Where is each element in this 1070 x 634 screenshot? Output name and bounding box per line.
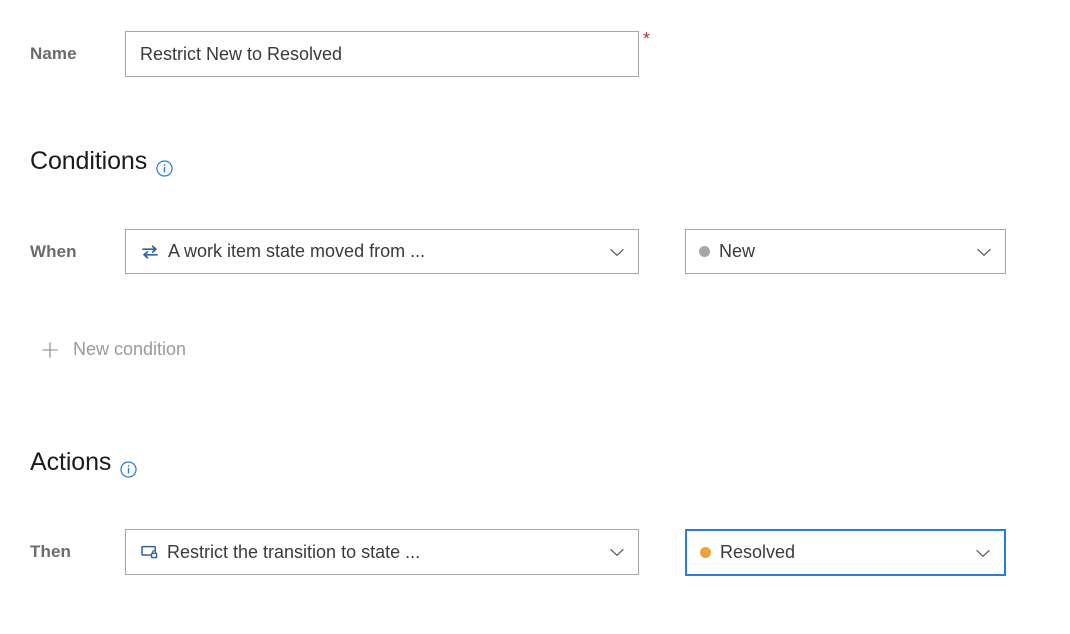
rule-editor-form: Name Restrict New to Resolved * Conditio…: [0, 0, 1070, 634]
state-color-dot: [699, 246, 710, 257]
info-circle-icon[interactable]: [120, 456, 137, 478]
then-state-dropdown-content: Resolved: [700, 542, 972, 563]
then-action-dropdown-content: Restrict the transition to state ...: [139, 541, 606, 563]
name-field-label: Name: [30, 44, 77, 63]
chevron-down-icon[interactable]: [973, 241, 995, 263]
chevron-down-icon[interactable]: [606, 541, 628, 563]
then-action-dropdown[interactable]: Restrict the transition to state ...: [125, 529, 639, 575]
new-condition-label: New condition: [73, 339, 187, 359]
screen-lock-icon: [139, 541, 161, 563]
new-condition-button[interactable]: New condition: [40, 339, 186, 360]
actions-section-heading: Actions: [30, 448, 137, 478]
state-color-dot: [700, 547, 711, 558]
when-condition-dropdown-content: A work item state moved from ...: [139, 241, 606, 263]
info-circle-icon[interactable]: [156, 155, 173, 177]
then-state-dropdown-text: Resolved: [720, 542, 796, 562]
conditions-section-heading: Conditions: [30, 147, 173, 177]
then-state-dropdown[interactable]: Resolved: [685, 529, 1006, 576]
when-field-label: When: [30, 242, 77, 261]
rule-name-input[interactable]: Restrict New to Resolved: [125, 31, 639, 77]
rule-name-input-value: Restrict New to Resolved: [140, 43, 343, 64]
when-state-dropdown-content: New: [699, 241, 973, 262]
plus-icon: [40, 340, 60, 360]
required-asterisk: *: [643, 29, 651, 49]
when-state-dropdown[interactable]: New: [685, 229, 1006, 274]
then-action-dropdown-text: Restrict the transition to state ...: [167, 541, 421, 562]
then-field-label: Then: [30, 542, 72, 561]
chevron-down-icon[interactable]: [606, 241, 628, 263]
chevron-down-icon[interactable]: [972, 542, 994, 564]
actions-heading-text: Actions: [30, 448, 112, 476]
conditions-heading-text: Conditions: [30, 147, 148, 175]
transition-arrows-icon: [139, 241, 161, 263]
when-state-dropdown-text: New: [719, 241, 756, 261]
when-condition-dropdown-text: A work item state moved from ...: [168, 241, 426, 261]
when-condition-dropdown[interactable]: A work item state moved from ...: [125, 229, 639, 274]
